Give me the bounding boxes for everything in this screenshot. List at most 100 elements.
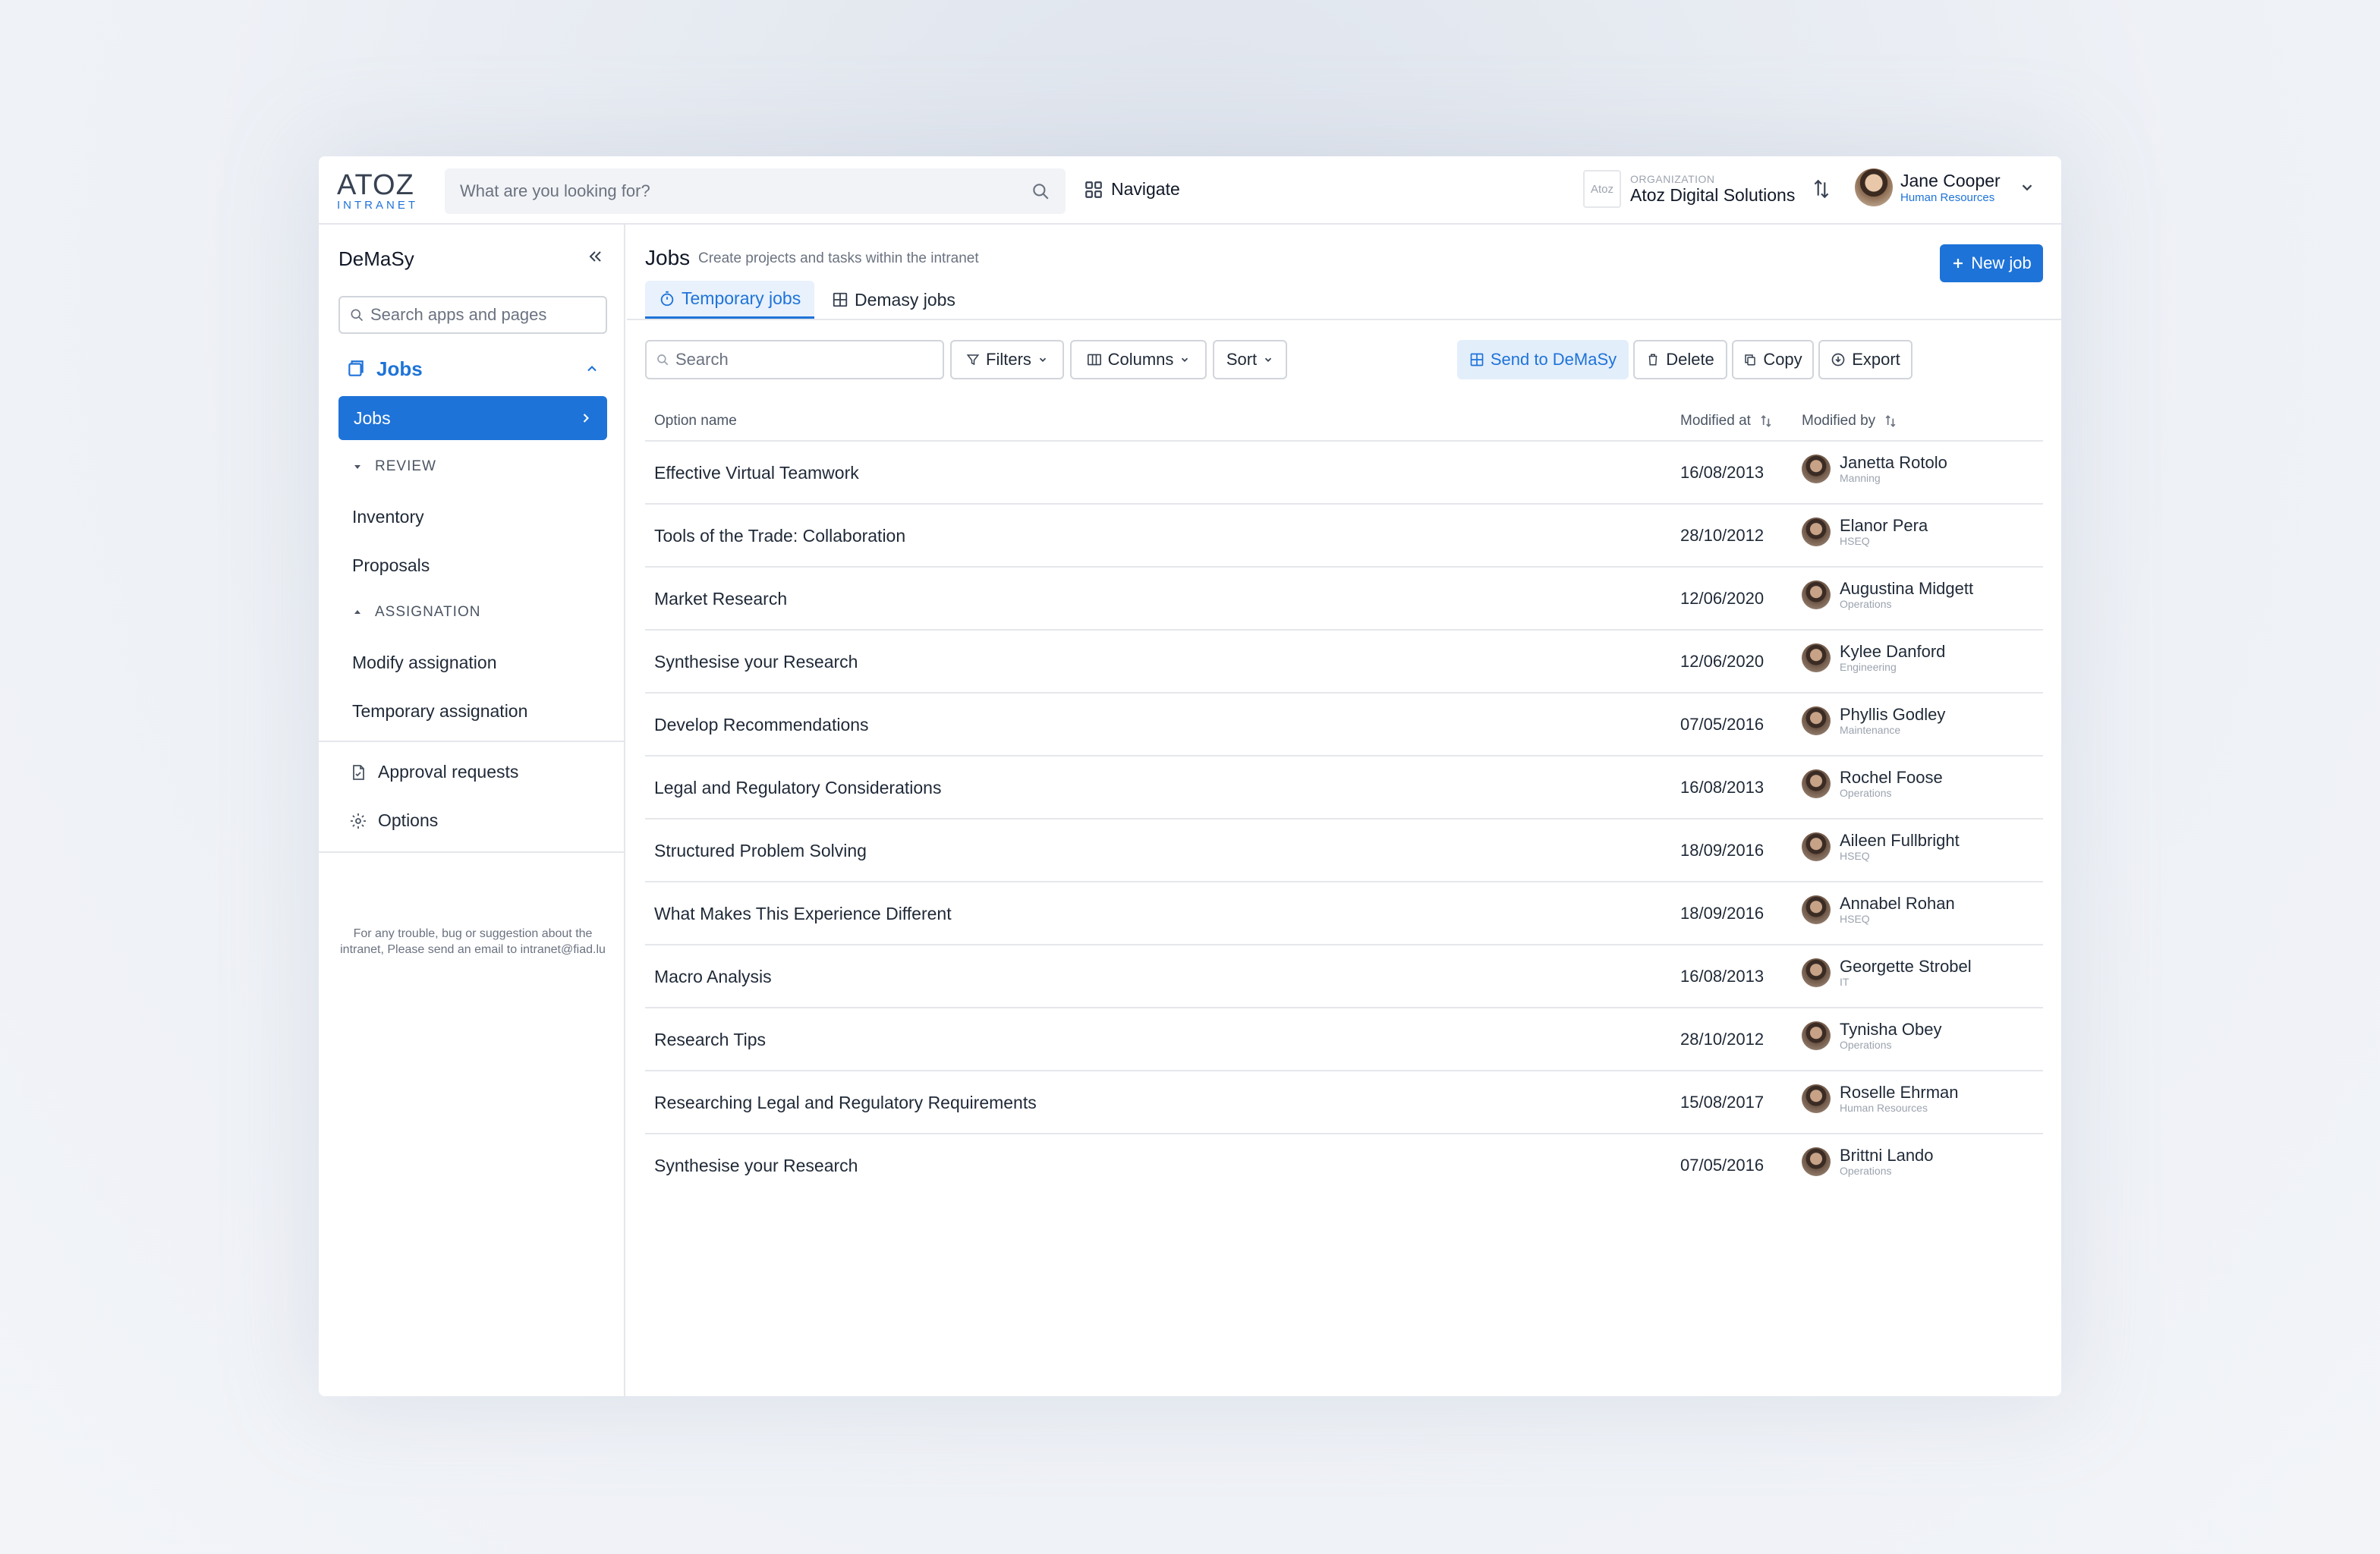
modified-by-cell: Annabel Rohan HSEQ	[1802, 895, 1955, 925]
send-to-demasy-button[interactable]: Send to DeMaSy	[1457, 340, 1629, 379]
option-name-cell: Develop Recommendations	[654, 715, 869, 735]
table-row[interactable]: Researching Legal and Regulatory Require…	[645, 1071, 2043, 1134]
user-name: Tynisha Obey	[1840, 1020, 1942, 1039]
search-icon[interactable]	[1031, 181, 1050, 201]
avatar	[1802, 643, 1831, 672]
tab-temporary-jobs[interactable]: Temporary jobs	[645, 281, 815, 319]
sidebar-group-assignation[interactable]: ASSIGNATION	[352, 604, 480, 621]
modified-at-cell: 18/09/2016	[1680, 841, 1765, 860]
document-check-icon	[349, 763, 367, 782]
global-search-input[interactable]	[460, 181, 1031, 201]
main-content: Jobs Create projects and tasks within th…	[627, 225, 2061, 1396]
avatar	[1802, 832, 1831, 861]
filters-label: Filters	[986, 350, 1031, 369]
option-name-cell: Synthesise your Research	[654, 1156, 858, 1175]
chevron-up-icon[interactable]	[584, 361, 600, 376]
user-name: Jane Cooper	[1900, 171, 2001, 190]
avatar	[1802, 517, 1831, 546]
table-icon	[1469, 352, 1484, 367]
sidebar-item-temporary-assignation[interactable]: Temporary assignation	[352, 701, 527, 722]
logo[interactable]: ATOZ INTRANET	[337, 171, 420, 212]
sort-arrows-icon[interactable]	[1883, 414, 1898, 429]
tab-demasy-jobs[interactable]: Demasy jobs	[818, 281, 969, 319]
global-search-box[interactable]	[445, 168, 1066, 214]
avatar	[1802, 958, 1831, 987]
divider	[319, 741, 625, 742]
chevron-down-icon[interactable]	[2019, 179, 2035, 196]
navigate-button[interactable]: Navigate	[1084, 179, 1180, 200]
sidebar-title: DeMaSy	[338, 247, 414, 270]
user-name: Brittni Lando	[1840, 1146, 1934, 1165]
table-row[interactable]: Tools of the Trade: Collaboration 28/10/…	[645, 505, 2043, 568]
user-department: Engineering	[1840, 661, 1897, 673]
export-label: Export	[1852, 350, 1900, 369]
avatar	[1802, 895, 1831, 924]
table-row[interactable]: Macro Analysis 16/08/2013 Georgette Stro…	[645, 945, 2043, 1008]
user-menu[interactable]: Jane Cooper Human Resources	[1855, 168, 2035, 206]
divider	[319, 851, 625, 853]
columns-label: Columns	[1107, 350, 1174, 369]
user-role: Human Resources	[1900, 191, 1995, 204]
collapse-sidebar-icon[interactable]	[586, 247, 604, 266]
sidebar-section-jobs[interactable]: Jobs	[338, 354, 607, 384]
sidebar-search-box[interactable]	[338, 296, 607, 334]
avatar	[1802, 706, 1831, 735]
sidebar-item-modify-assignation[interactable]: Modify assignation	[352, 653, 497, 673]
plus-icon	[1951, 256, 1965, 270]
logo-sub-text: INTRANET	[337, 199, 418, 212]
table-row[interactable]: Legal and Regulatory Considerations 16/0…	[645, 757, 2043, 819]
user-department: HSEQ	[1840, 913, 1870, 925]
organization-label: ORGANIZATION	[1630, 172, 1715, 185]
table-row[interactable]: Synthesise your Research 12/06/2020 Kyle…	[645, 631, 2043, 694]
option-name-cell: Effective Virtual Teamwork	[654, 463, 859, 483]
modified-by-cell: Roselle Ehrman Human Resources	[1802, 1084, 1959, 1114]
new-job-button[interactable]: New job	[1940, 244, 2043, 282]
table-row[interactable]: Research Tips 28/10/2012 Tynisha Obey Ope…	[645, 1008, 2043, 1071]
column-header-modified-by[interactable]: Modified by	[1802, 413, 1898, 429]
sidebar-item-options[interactable]: Options	[349, 810, 438, 831]
column-header-label: Option name	[654, 413, 737, 429]
table-row[interactable]: Structured Problem Solving 18/09/2016 Ai…	[645, 819, 2043, 882]
table-row[interactable]: What Makes This Experience Different 18/…	[645, 882, 2043, 945]
sidebar-group-review[interactable]: REVIEW	[352, 458, 436, 475]
switch-arrows-icon[interactable]	[1812, 178, 1831, 200]
sidebar-item-approval-requests[interactable]: Approval requests	[349, 762, 518, 782]
organization-switcher[interactable]: Atoz ORGANIZATION Atoz Digital Solutions	[1583, 170, 1831, 208]
user-name: Kylee Danford	[1840, 642, 1946, 661]
table-search-input[interactable]	[675, 350, 933, 370]
option-name-cell: Legal and Regulatory Considerations	[654, 778, 942, 797]
sidebar-search-input[interactable]	[370, 305, 597, 325]
sort-button[interactable]: Sort	[1213, 340, 1287, 379]
table-toolbar: Filters Columns Sort	[645, 340, 2043, 379]
sidebar-item-proposals[interactable]: Proposals	[352, 555, 430, 576]
table-row[interactable]: Synthesise your Research 07/05/2016 Brit…	[645, 1134, 2043, 1197]
avatar	[1802, 1021, 1831, 1050]
sidebar-item-inventory[interactable]: Inventory	[352, 507, 424, 527]
option-name-cell: Synthesise your Research	[654, 652, 858, 672]
export-button[interactable]: Export	[1818, 340, 1912, 379]
page-subtitle: Create projects and tasks within the int…	[698, 250, 979, 266]
modified-at-cell: 07/05/2016	[1680, 1156, 1765, 1175]
column-header-modified-at[interactable]: Modified at	[1680, 413, 1774, 429]
avatar	[1802, 1147, 1831, 1176]
new-job-label: New job	[1971, 253, 2032, 272]
user-name: Phyllis Godley	[1840, 705, 1946, 724]
table-row[interactable]: Develop Recommendations 07/05/2016 Phyll…	[645, 694, 2043, 757]
table-row[interactable]: Market Research 12/06/2020 Augustina Mid…	[645, 568, 2043, 631]
option-name-cell: Tools of the Trade: Collaboration	[654, 526, 906, 546]
table-search-box[interactable]	[645, 340, 944, 379]
columns-button[interactable]: Columns	[1070, 340, 1207, 379]
table-row[interactable]: Effective Virtual Teamwork 16/08/2013 Ja…	[645, 442, 2043, 505]
user-department: HSEQ	[1840, 535, 1870, 547]
copy-button[interactable]: Copy	[1732, 340, 1814, 379]
grid-icon	[1084, 180, 1103, 200]
user-name: Janetta Rotolo	[1840, 453, 1947, 472]
tab-label: Demasy jobs	[855, 289, 955, 310]
sidebar-item-jobs[interactable]: Jobs	[338, 396, 607, 440]
sort-label: Sort	[1226, 350, 1258, 369]
column-header-label: Modified at	[1680, 413, 1751, 429]
delete-button[interactable]: Delete	[1633, 340, 1727, 379]
option-name-cell: Macro Analysis	[654, 967, 772, 986]
filters-button[interactable]: Filters	[950, 340, 1064, 379]
sort-arrows-icon[interactable]	[1758, 414, 1774, 429]
